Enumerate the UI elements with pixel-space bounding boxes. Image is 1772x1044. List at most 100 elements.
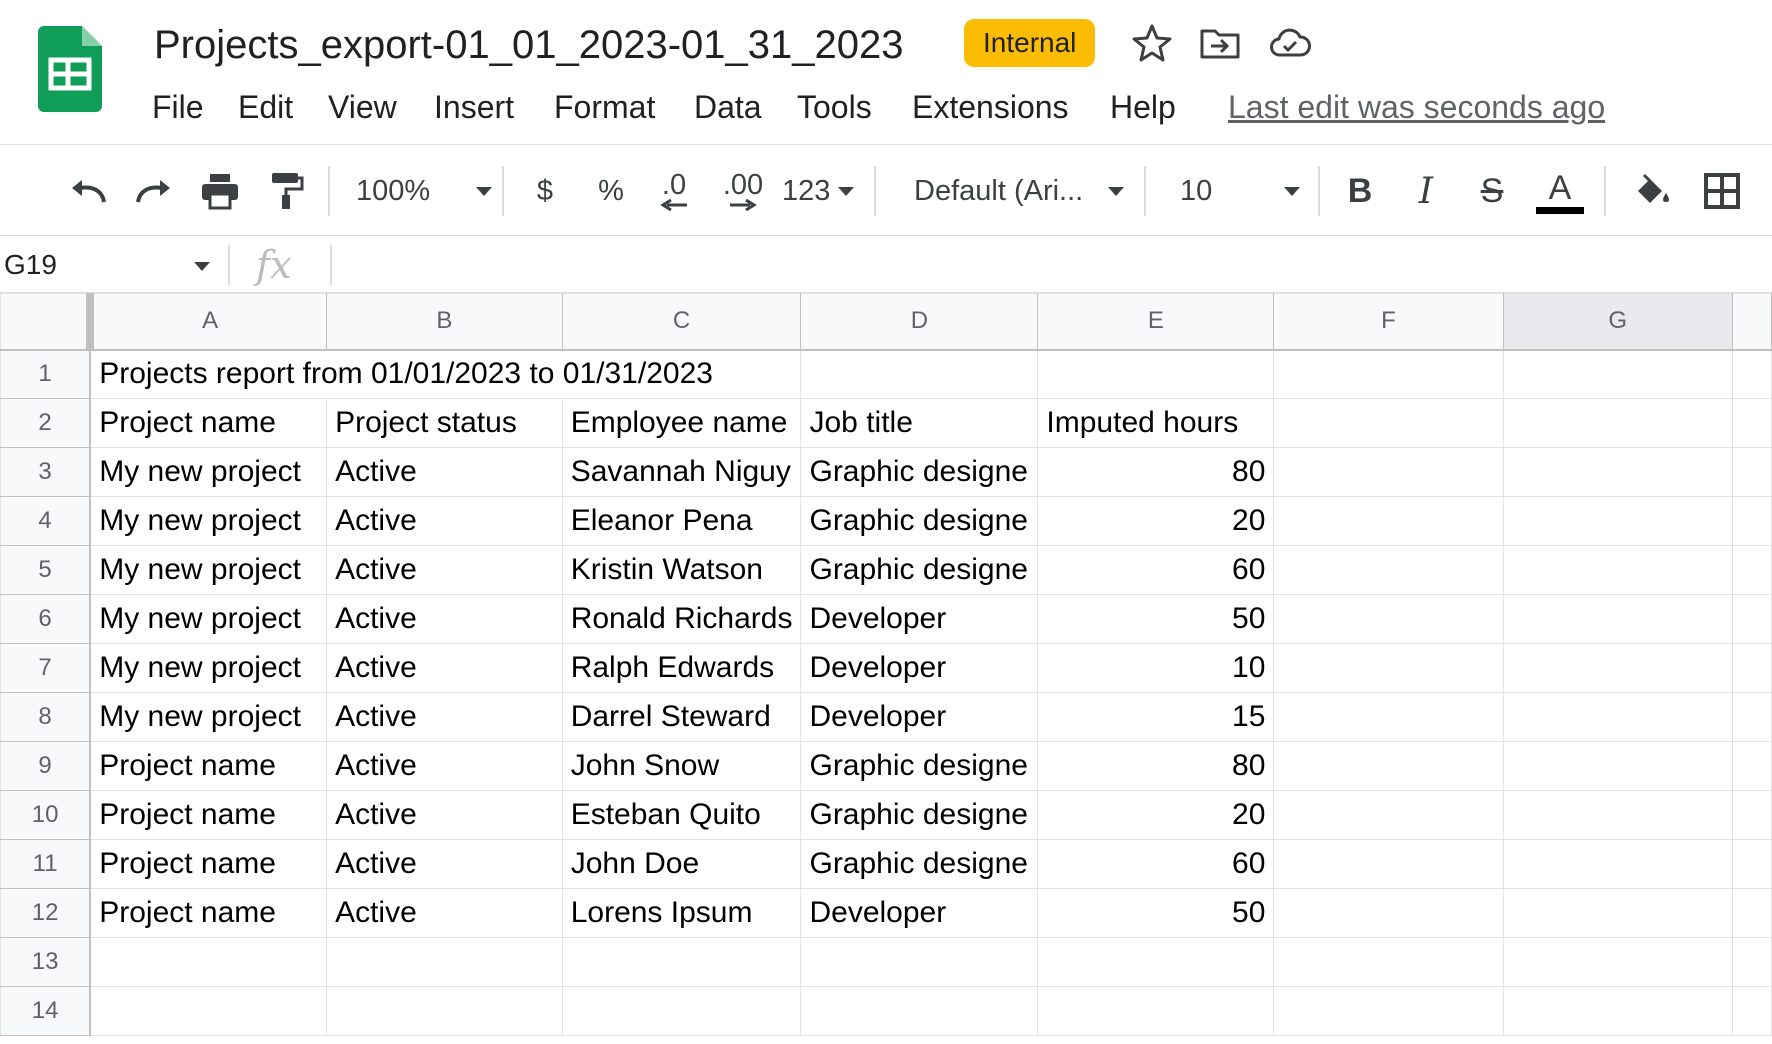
text-color-button[interactable]: A [1534, 166, 1586, 216]
project-status-cell[interactable]: Active [326, 496, 563, 546]
job-title-cell[interactable]: Graphic designe [800, 839, 1039, 889]
imputed-hours-cell[interactable]: 50 [1037, 888, 1275, 938]
cell[interactable] [326, 937, 563, 987]
employee-name-cell[interactable]: Darrel Steward [561, 692, 802, 742]
project-name-cell[interactable]: My new project [89, 594, 328, 644]
borders-button[interactable] [1700, 166, 1744, 216]
redo-button[interactable] [130, 166, 178, 216]
column-header-g[interactable]: G [1502, 293, 1733, 351]
cell[interactable] [800, 937, 1039, 987]
column-header-c[interactable]: C [561, 293, 802, 351]
job-title-cell[interactable]: Developer [800, 594, 1039, 644]
font-select[interactable]: Default (Ari... [914, 166, 1124, 216]
imputed-hours-cell[interactable]: 60 [1037, 839, 1275, 889]
cell[interactable] [1502, 839, 1733, 889]
cell[interactable] [1502, 937, 1733, 987]
cell[interactable] [89, 986, 328, 1036]
cell[interactable] [1502, 888, 1733, 938]
font-size-select[interactable]: 10 [1180, 166, 1300, 216]
last-edit-link[interactable]: Last edit was seconds ago [1228, 84, 1605, 130]
row-header[interactable]: 10 [0, 790, 92, 840]
cell[interactable] [1731, 447, 1772, 497]
imputed-hours-cell[interactable]: 15 [1037, 692, 1275, 742]
menu-view[interactable]: View [328, 84, 397, 130]
employee-name-cell[interactable]: Eleanor Pena [561, 496, 802, 546]
menu-file[interactable]: File [152, 84, 204, 130]
cell[interactable] [1502, 545, 1733, 595]
column-header-a[interactable]: A [89, 293, 328, 351]
header-cell-imputed-hours[interactable]: Imputed hours [1037, 398, 1275, 448]
paint-format-button[interactable] [262, 166, 310, 216]
cell[interactable] [1502, 447, 1733, 497]
cell[interactable] [326, 986, 563, 1036]
cell[interactable] [1731, 986, 1772, 1036]
project-name-cell[interactable]: Project name [89, 790, 328, 840]
cell[interactable] [1502, 398, 1733, 448]
decrease-decimal-button[interactable]: .0 [652, 166, 696, 216]
column-header-e[interactable]: E [1037, 293, 1275, 351]
job-title-cell[interactable]: Graphic designe [800, 790, 1039, 840]
cell[interactable] [561, 937, 802, 987]
cell[interactable] [1037, 349, 1275, 399]
formula-input[interactable] [344, 237, 1772, 293]
cell[interactable] [1273, 643, 1504, 693]
row-header[interactable]: 9 [0, 741, 92, 791]
header-cell-employee-name[interactable]: Employee name [561, 398, 802, 448]
increase-decimal-button[interactable]: .00 [716, 166, 770, 216]
project-status-cell[interactable]: Active [326, 790, 563, 840]
move-to-folder-icon[interactable] [1198, 21, 1242, 65]
cell[interactable] [1273, 447, 1504, 497]
cell[interactable] [1273, 594, 1504, 644]
cell[interactable] [1731, 496, 1772, 546]
cell[interactable] [1731, 741, 1772, 791]
row-header[interactable]: 8 [0, 692, 92, 742]
project-status-cell[interactable]: Active [326, 594, 563, 644]
report-title-cell[interactable]: Projects report from 01/01/2023 to 01/31… [89, 349, 802, 399]
employee-name-cell[interactable]: John Doe [561, 839, 802, 889]
row-header[interactable]: 4 [0, 496, 92, 546]
row-header[interactable]: 1 [0, 349, 92, 399]
cell[interactable] [1731, 545, 1772, 595]
cell[interactable] [1273, 349, 1504, 399]
project-status-cell[interactable]: Active [326, 741, 563, 791]
fill-color-button[interactable] [1630, 166, 1674, 216]
cell[interactable] [800, 986, 1039, 1036]
row-header[interactable]: 3 [0, 447, 92, 497]
project-status-cell[interactable]: Active [326, 545, 563, 595]
menu-format[interactable]: Format [554, 84, 655, 130]
header-cell-project-name[interactable]: Project name [89, 398, 328, 448]
row-header[interactable]: 12 [0, 888, 92, 938]
document-title[interactable]: Projects_export-01_01_2023-01_31_2023 [154, 20, 903, 70]
cell[interactable] [1731, 937, 1772, 987]
cell[interactable] [1731, 349, 1772, 399]
cell[interactable] [1273, 545, 1504, 595]
cell[interactable] [1037, 937, 1275, 987]
row-header[interactable]: 13 [0, 937, 92, 987]
row-header[interactable]: 5 [0, 545, 92, 595]
project-name-cell[interactable]: My new project [89, 496, 328, 546]
cell[interactable] [1731, 643, 1772, 693]
cell[interactable] [1502, 496, 1733, 546]
italic-button[interactable]: I [1406, 166, 1446, 216]
cell[interactable] [1502, 790, 1733, 840]
project-name-cell[interactable]: My new project [89, 643, 328, 693]
menu-tools[interactable]: Tools [797, 84, 872, 130]
classification-badge[interactable]: Internal [964, 19, 1096, 67]
job-title-cell[interactable]: Graphic designe [800, 496, 1039, 546]
project-name-cell[interactable]: Project name [89, 839, 328, 889]
row-header[interactable]: 2 [0, 398, 92, 448]
cell[interactable] [1273, 398, 1504, 448]
project-status-cell[interactable]: Active [326, 643, 563, 693]
menu-edit[interactable]: Edit [238, 84, 293, 130]
more-formats-button[interactable]: 123 [782, 166, 854, 216]
cell[interactable] [1502, 349, 1733, 399]
cell[interactable] [1273, 741, 1504, 791]
menu-insert[interactable]: Insert [434, 84, 514, 130]
row-header[interactable]: 6 [0, 594, 92, 644]
job-title-cell[interactable]: Developer [800, 643, 1039, 693]
cell[interactable] [1731, 594, 1772, 644]
zoom-select[interactable]: 100% [356, 166, 492, 216]
cell[interactable] [1273, 692, 1504, 742]
imputed-hours-cell[interactable]: 80 [1037, 447, 1275, 497]
project-name-cell[interactable]: My new project [89, 447, 328, 497]
